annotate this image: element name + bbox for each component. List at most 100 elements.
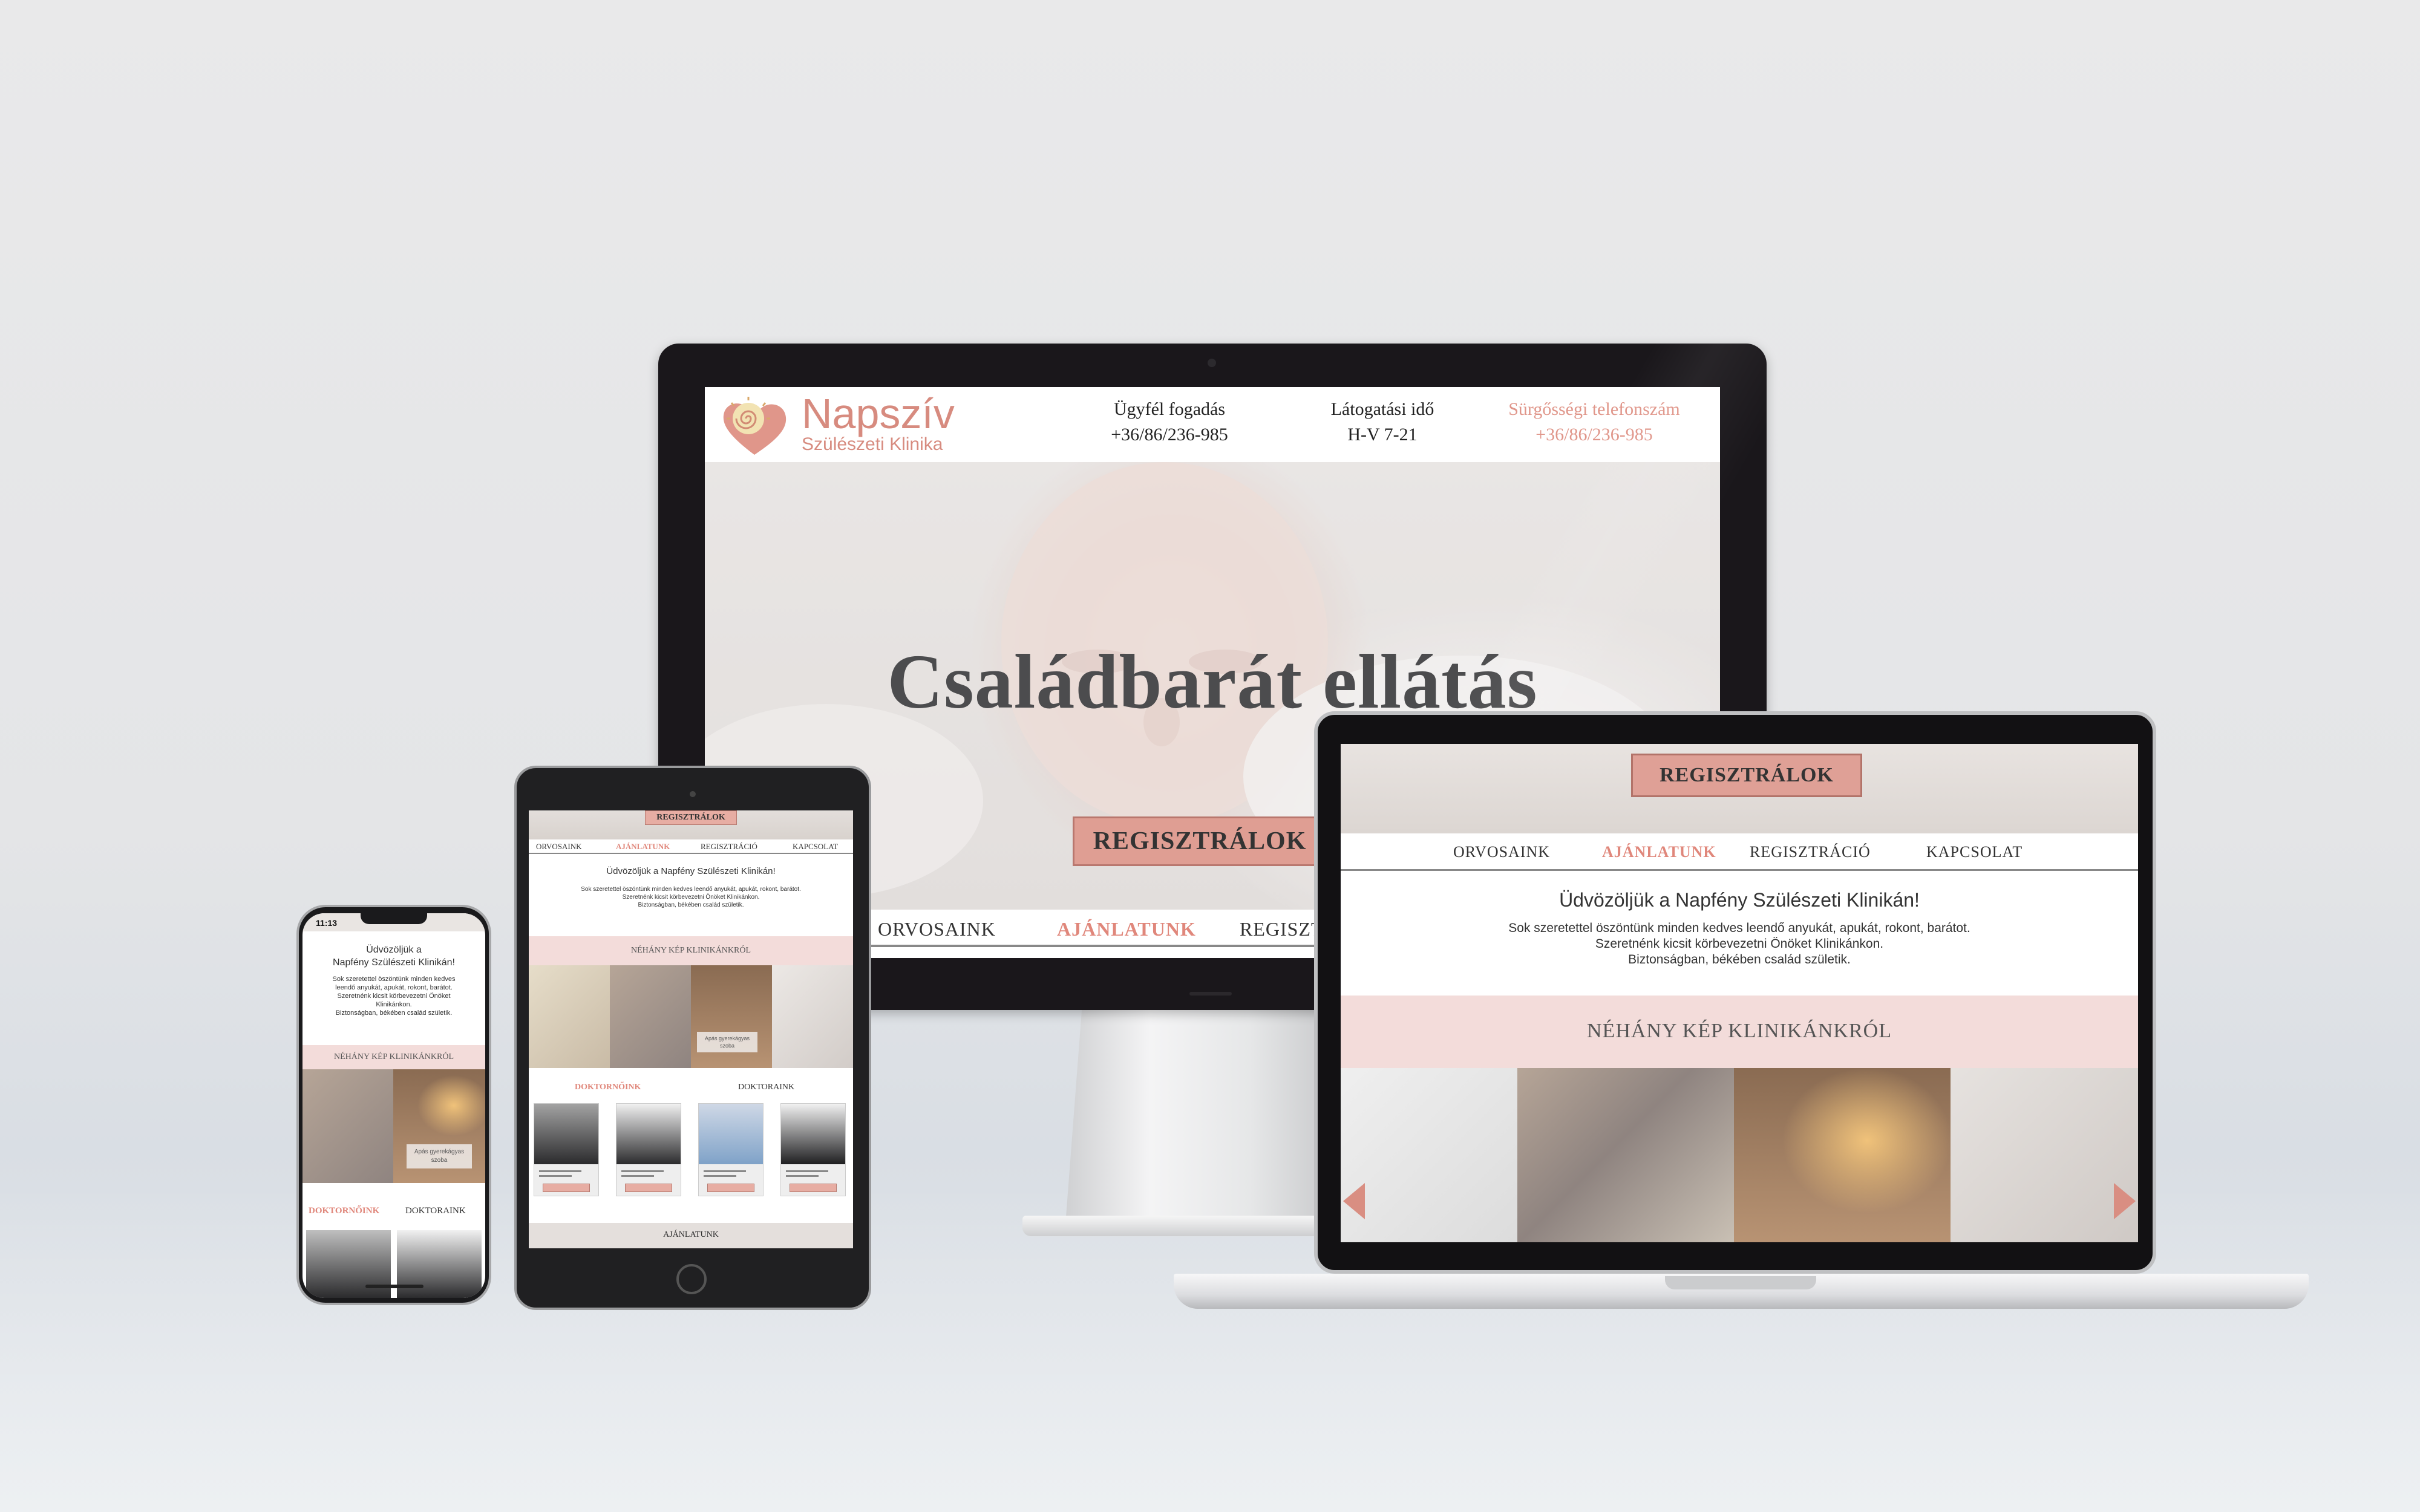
welcome-text: Sok szeretettel öszöntünk minden kedves … [1341,921,2138,968]
gallery-photo[interactable] [1341,1068,1517,1242]
photo-gallery [1341,1068,2138,1242]
status-time: 11:13 [316,918,338,928]
nav-item-contact[interactable]: KAPCSOLAT [793,842,838,852]
heart-swirl-icon[interactable] [718,394,791,457]
doctor-name-line [704,1170,746,1172]
welcome-line: Szeretnénk kicsit körbevezetni Önöket Kl… [622,894,760,901]
doctor-photo [781,1104,845,1164]
tablet-screen: REGISZTRÁLOK ORVOSAINK AJÁNLATUNK REGISZ… [529,810,853,1248]
laptop-notch [1665,1276,1816,1289]
nav-item-offers[interactable]: AJÁNLATUNK [1602,843,1716,861]
doctor-title-line [539,1175,572,1177]
doctor-cards [529,1103,853,1200]
offers-section-bar: AJÁNLATUNK [529,1223,853,1248]
doctor-card[interactable] [780,1103,846,1196]
nav-item-doctors[interactable]: ORVOSAINK [536,842,582,852]
doctor-card[interactable] [698,1103,764,1196]
photo-gallery: Apás gyerekágyas szoba [302,1069,485,1183]
gallery-caption: Apás gyerekágyas szoba [697,1032,757,1052]
monitor-logo-mark [1189,992,1232,996]
main-nav: ORVOSAINK AJÁNLATUNK REGISZTRÁCIÓ KAPCSO… [529,839,853,854]
doctor-photo [699,1104,763,1164]
gallery-heading: NÉHÁNY KÉP KLINIKÁNKRÓL [630,946,751,955]
info-title: Látogatási idő [1330,399,1434,419]
photo-gallery: Apás gyerekágyas szoba [529,965,853,1068]
doctor-tabs: DOKTORNŐINK DOKTORAINK [302,1206,485,1220]
welcome-line: leendő anyukát, apukát, rokont, barátot. [335,984,453,991]
doctor-more-button[interactable] [625,1184,672,1192]
doctor-photo [616,1104,681,1164]
welcome-heading-line: Üdvözöljük a [366,945,422,955]
info-title: Sürgősségi telefonszám [1508,399,1680,419]
gallery-heading-band: NÉHÁNY KÉP KLINIKÁNKRÓL [1341,996,2138,1068]
gallery-photo[interactable] [1951,1068,2138,1242]
doctor-name-line [539,1170,581,1172]
logo-name[interactable]: Napszív [802,389,955,438]
doctor-more-button[interactable] [543,1184,590,1192]
nav-item-offers[interactable]: AJÁNLATUNK [1057,918,1196,940]
gallery-photo[interactable] [1734,1068,1951,1242]
header-info-reception: Ügyfél fogadás +36/86/236-985 [1091,397,1248,448]
monitor-camera [1208,359,1216,367]
nav-item-registration[interactable]: REGISZTRÁCIÓ [1750,843,1871,861]
gallery-photo[interactable] [691,965,772,1068]
welcome-heading: Üdvözöljük a Napfény Szülészeti Klinikán… [606,866,776,876]
doctor-card[interactable] [616,1103,681,1196]
doctor-name-line [786,1170,828,1172]
doctor-more-button[interactable] [707,1184,754,1192]
laptop-hero-strip: REGISZTRÁLOK [1341,744,2138,833]
welcome-text: Sok szeretettel öszöntünk minden kedves … [302,975,485,1017]
tablet-home-button[interactable] [676,1264,707,1294]
info-title: Ügyfél fogadás [1113,399,1226,419]
gallery-photo[interactable] [529,965,610,1068]
info-value[interactable]: +36/86/236-985 [1491,422,1697,448]
gallery-prev-arrow-icon[interactable] [1343,1183,1365,1219]
phone-home-indicator[interactable] [365,1285,424,1288]
nav-item-registration[interactable]: REGISZTRÁCIÓ [701,842,757,852]
tablet-hero-strip: REGISZTRÁLOK [529,810,853,839]
gallery-heading-band: NÉHÁNY KÉP KLINIKÁNKRÓL [529,936,853,965]
doctor-card[interactable] [534,1103,599,1196]
nav-item-doctors[interactable]: ORVOSAINK [878,918,996,940]
gallery-caption: Apás gyerekágyas szoba [407,1144,472,1168]
welcome-heading-line: Napfény Szülészeti Klinikán! [333,957,455,968]
welcome-line: Sok szeretettel öszöntünk minden kedves … [1508,921,1970,935]
welcome-line: Szeretnénk kicsit körbevezetni Önöket Kl… [1595,937,1884,951]
nav-item-contact[interactable]: KAPCSOLAT [1926,843,2023,861]
tablet-camera [690,791,696,797]
header-info-emergency: Sürgősségi telefonszám +36/86/236-985 [1491,397,1697,448]
register-button[interactable]: REGISZTRÁLOK [1073,816,1327,866]
nav-item-offers[interactable]: AJÁNLATUNK [616,842,670,852]
gallery-photo[interactable] [772,965,853,1068]
phone-screen: 11:13 Üdvözöljük a Napfény Szülészeti Kl… [302,913,485,1298]
tab-male-doctors[interactable]: DOKTORAINK [738,1083,794,1092]
welcome-text: Sok szeretettel öszöntünk minden kedves … [529,885,853,909]
main-nav: ORVOSAINK AJÁNLATUNK REGISZTRÁCIÓ KAPCSO… [1341,833,2138,871]
tab-female-doctors[interactable]: DOKTORNŐINK [309,1206,379,1216]
header-info-visiting: Látogatási idő H-V 7-21 [1310,397,1455,448]
gallery-next-arrow-icon[interactable] [2114,1183,2136,1219]
logo-subtitle: Szülészeti Klinika [802,434,943,454]
welcome-line: Szeretnénk kicsit körbevezetni Önöket [337,992,451,1000]
phone-status-bar: 11:13 [302,913,485,931]
laptop-screen: REGISZTRÁLOK ORVOSAINK AJÁNLATUNK REGISZ… [1341,744,2138,1242]
info-value: +36/86/236-985 [1111,425,1228,445]
nav-item-doctors[interactable]: ORVOSAINK [1453,843,1550,861]
tab-female-doctors[interactable]: DOKTORNŐINK [575,1083,641,1092]
register-button[interactable]: REGISZTRÁLOK [1631,754,1862,797]
doctor-photo [534,1104,598,1164]
welcome-heading: Üdvözöljük a Napfény Szülészeti Klinikán… [1559,889,1920,911]
doctor-name-line [621,1170,664,1172]
offers-section-title[interactable]: AJÁNLATUNK [529,1230,853,1240]
welcome-line: Sok szeretettel öszöntünk minden kedves … [581,886,801,893]
gallery-photo[interactable] [1517,1068,1734,1242]
gallery-photo[interactable] [610,965,691,1068]
phone-notch [361,913,427,924]
register-button[interactable]: REGISZTRÁLOK [645,810,737,825]
tab-male-doctors[interactable]: DOKTORAINK [405,1206,466,1216]
doctor-more-button[interactable] [790,1184,837,1192]
gallery-photo[interactable] [302,1069,393,1183]
site-header: Napszív Szülészeti Klinika Ügyfél fogadá… [705,387,1720,462]
welcome-line: Klinikánkon. [376,1001,412,1008]
gallery-heading: NÉHÁNY KÉP KLINIKÁNKRÓL [333,1052,454,1061]
